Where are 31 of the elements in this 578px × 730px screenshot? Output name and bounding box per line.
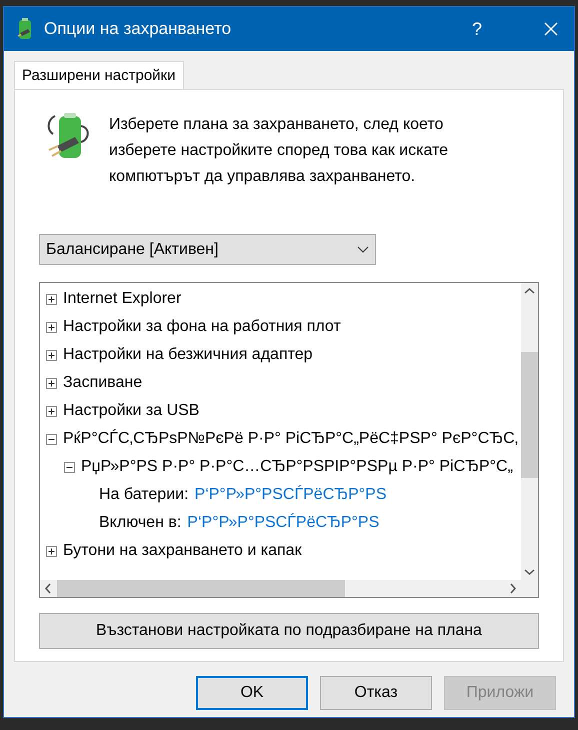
dialog-button[interactable]: Отказ <box>320 676 432 710</box>
chevron-down-icon <box>357 246 369 253</box>
expand-icon[interactable] <box>46 378 57 388</box>
collapse-icon[interactable] <box>46 434 57 444</box>
tree-item[interactable]: Настройки на безжичния адаптер <box>63 346 313 364</box>
instruction-text: Изберете плана за захранването, след което изберете настройките според това как искате компютърът да управлява захранването. <box>109 115 450 187</box>
setting-value-link[interactable]: Р‘Р°Р»Р°РЅСЃРёСЂР°РЅ <box>187 514 380 532</box>
tree-item[interactable]: РџР»Р°РЅ Р·Р° Р·Р°С…СЂР°РЅРІР°РЅРµ Р·Р° РіСЂР°С„ <box>81 458 513 476</box>
scrollbar-thumb[interactable] <box>57 580 345 597</box>
tree-item[interactable]: Настройки за USB <box>63 402 200 420</box>
scrollbar-thumb[interactable] <box>521 352 538 478</box>
expand-icon[interactable] <box>46 406 57 416</box>
expand-icon[interactable] <box>46 294 57 304</box>
setting-value-link[interactable]: Р‘Р°Р»Р°РЅСЃРёСЂР°РЅ <box>194 486 386 504</box>
setting-label: На батерии: <box>99 486 189 504</box>
tree-item[interactable]: РќР°СЃС‚СЂРѕР№РєРё Р·Р° РіСЂР°С„РёС‡РЅР° РєР°СЂС‚ <box>63 430 518 448</box>
setting-label: Включен в: <box>99 514 182 532</box>
tree-item[interactable]: Заспиване <box>63 374 142 392</box>
expand-icon[interactable] <box>46 350 57 360</box>
expand-icon[interactable] <box>46 322 57 332</box>
help-button[interactable]: ? <box>454 18 500 40</box>
tree-item[interactable]: Internet Explorer <box>63 290 182 308</box>
restore-defaults-button[interactable]: Възстанови настройката по подразбиране на плана <box>39 613 539 649</box>
tree-item[interactable]: Бутони на захранването и капак <box>63 542 302 560</box>
tree-item[interactable]: Настройки за фона на работния плот <box>63 318 341 336</box>
dialog-button[interactable]: OK <box>196 676 308 710</box>
window-title: Опции на захранването <box>44 19 232 39</box>
collapse-icon[interactable] <box>64 462 75 472</box>
plan-dropdown[interactable]: Балансиране [Активен] <box>39 234 376 265</box>
tab[interactable]: Разширени настройки <box>14 61 184 89</box>
expand-icon[interactable] <box>46 546 57 556</box>
